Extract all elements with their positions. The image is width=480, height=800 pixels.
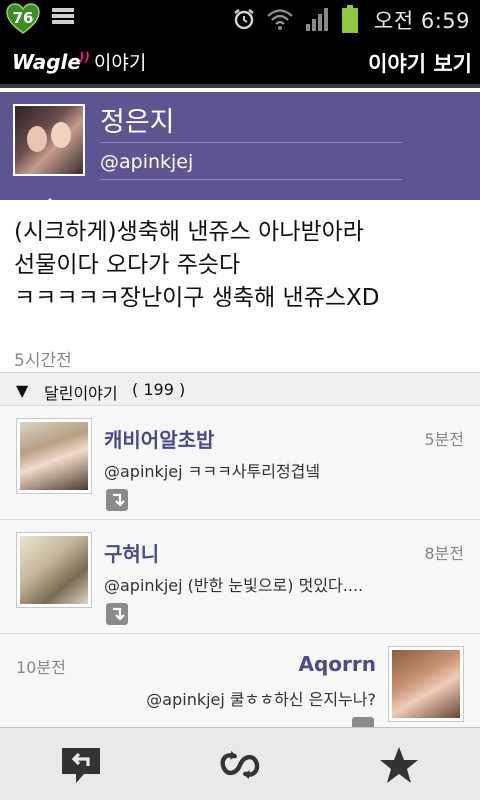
replies-section-header[interactable]: ▼ 달린이야기 ( 199 ) [0,372,480,406]
status-bar: 76 오전 6:59 [0,0,480,38]
post-line: ㅋㅋㅋㅋㅋ장난이구 생축해 낸쥬스XD [14,285,380,311]
reply-icon [62,748,100,783]
list-notification-icon [52,8,74,30]
reply-text: @apinkjej 쿨ㅎㅎ하신 은지누나? [146,690,376,709]
reply-avatar[interactable] [16,532,92,608]
notification-badge: 76 [6,3,40,35]
status-icons [232,5,358,33]
star-icon [380,747,418,783]
alarm-clock-icon [234,9,254,30]
post-body: (시크하게)생축해 낸쥬스 아나받아라 선물이다 오다가 주슷다 ㅋㅋㅋㅋㅋ장난… [14,216,470,315]
reply-time: 5분전 [424,430,464,449]
app-header: Wagle )) 이야기 이야기 보기 [0,38,480,88]
reply-time: 10분전 [16,658,66,677]
avatar[interactable] [13,104,85,176]
reply-text: @apinkjej ㅋㅋㅋ사투리정겹넼 [104,462,321,481]
speech-notch [40,198,60,208]
signal-waves-icon: )) [78,50,90,64]
wifi-icon [267,9,293,30]
collapse-arrow-icon: ▼ [16,381,29,400]
reply-author[interactable]: 캐비어알초밥 [104,424,214,453]
divider [100,142,402,143]
reply-text: @apinkjej (반한 눈빛으로) 멋있다.... [104,576,364,595]
page-title: 이야기 보기 [368,52,472,76]
retweet-button[interactable] [217,742,263,788]
replies-section-label: 달린이야기 [44,384,118,403]
reply-arrow-icon[interactable] [106,489,128,511]
app-logo-sub: 이야기 [93,52,147,74]
app-logo-wordmark: Wagle [12,50,81,74]
reply-author[interactable]: Aqorrn [299,652,377,676]
notification-badge-count: 76 [12,9,34,27]
bottom-action-bar [0,727,480,800]
battery-icon [342,5,358,33]
list-item[interactable]: 10분전 Aqorrn @apinkjej 쿨ㅎㅎ하신 은지누나? [0,634,480,727]
divider [100,179,402,180]
list-item[interactable]: 구혀니 8분전 @apinkjej (반한 눈빛으로) 멋있다.... [0,520,480,634]
profile-name[interactable]: 정은지 [100,100,175,139]
signal-strength-icon [306,8,328,31]
app-logo[interactable]: Wagle )) 이야기 [12,48,146,75]
status-time: 오전 6:59 [374,9,470,33]
reply-avatar[interactable] [388,646,464,722]
post-timestamp: 5시간전 [14,351,72,371]
reply-author[interactable]: 구혀니 [104,538,159,567]
reply-arrow-icon[interactable] [352,717,374,727]
profile-handle[interactable]: @apinkjej [100,151,193,173]
reply-avatar[interactable] [16,418,92,494]
favorite-button[interactable] [376,742,422,788]
post-line: (시크하게)생축해 낸쥬스 아나받아라 [14,219,364,245]
replies-count: ( 199 ) [132,380,186,399]
reply-arrow-icon[interactable] [106,603,128,625]
reply-button[interactable] [58,742,104,788]
reply-time: 8분전 [424,544,464,563]
list-item[interactable]: 캐비어알초밥 5분전 @apinkjej ㅋㅋㅋ사투리정겹넼 [0,406,480,520]
profile-header: 정은지 [0,92,480,200]
retweet-icon [220,750,260,780]
post-line: 선물이다 오다가 주슷다 [14,252,241,278]
